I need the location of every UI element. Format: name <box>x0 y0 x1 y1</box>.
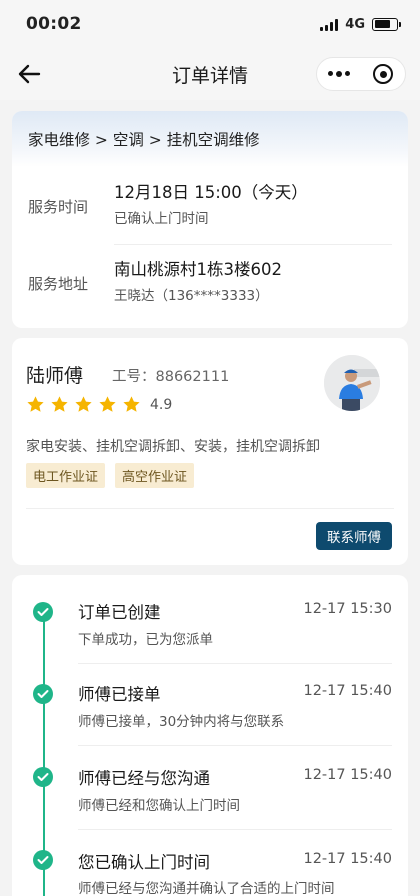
service-time-note: 已确认上门时间 <box>114 211 209 227</box>
timeline-time: 12-17 15:30 <box>303 601 392 617</box>
divider <box>78 829 392 830</box>
service-time-label: 服务时间 <box>28 198 89 216</box>
timeline-desc: 师傅已经与您沟通并确认了合适的上门时间 <box>78 881 335 896</box>
back-button[interactable] <box>14 60 44 88</box>
more-dots-icon <box>328 71 350 77</box>
row-divider <box>114 244 392 245</box>
close-program-button[interactable] <box>361 58 405 90</box>
arrow-left-icon <box>18 64 41 84</box>
star-icon <box>27 396 44 412</box>
timeline-item: 师傅已接单 12-17 15:40 师傅已接单，30分钟内将与您联系 <box>0 681 420 765</box>
contact-master-button[interactable]: 联系师傅 <box>316 522 392 550</box>
timeline-item: 师傅已经与您沟通 12-17 15:40 师傅已经和您确认上门时间 <box>0 765 420 849</box>
timeline-time: 12-17 15:40 <box>303 851 392 867</box>
battery-icon <box>372 17 401 31</box>
status-time: 00:02 <box>26 14 82 34</box>
service-breadcrumb: 家电维修 > 空调 > 挂机空调维修 <box>12 111 408 167</box>
timeline-title: 订单已创建 <box>78 603 161 622</box>
service-time-value: 12月18日 15:00（今天） <box>114 183 308 202</box>
target-ring-icon <box>373 64 393 84</box>
divider <box>26 508 394 509</box>
star-icon <box>51 396 68 412</box>
service-time-row: 服务时间 12月18日 15:00（今天） 已确认上门时间 <box>12 167 408 247</box>
certificate-tags: 电工作业证 高空作业证 <box>26 463 195 488</box>
timeline-desc: 下单成功，已为您派单 <box>78 632 213 648</box>
contact-info: 王晓达（136****3333） <box>114 288 269 304</box>
timeline-desc: 师傅已经和您确认上门时间 <box>78 798 240 814</box>
timeline-item: 您已确认上门时间 12-17 15:40 师傅已经与您沟通并确认了合适的上门时间 <box>0 849 420 896</box>
star-icon <box>123 396 140 412</box>
master-employee-no: 工号：88662111 <box>112 369 230 385</box>
service-address-value: 南山桃源村1栋3楼602 <box>114 260 282 279</box>
timeline-title: 您已确认上门时间 <box>78 853 210 872</box>
star-icon <box>99 396 116 412</box>
page-title: 订单详情 <box>171 64 248 87</box>
check-icon <box>33 602 53 622</box>
timeline-item: 订单已创建 12-17 15:30 下单成功，已为您派单 <box>0 597 420 681</box>
divider <box>78 745 392 746</box>
timeline-desc: 师傅已接单，30分钟内将与您联系 <box>78 714 285 730</box>
rating-stars: 4.9 <box>26 395 172 414</box>
more-menu-button[interactable] <box>317 58 361 90</box>
timeline-time: 12-17 15:40 <box>303 767 392 783</box>
star-icon <box>75 396 92 412</box>
service-address-row: 服务地址 南山桃源村1栋3楼602 王晓达（136****3333） <box>12 247 408 327</box>
timeline-title: 师傅已经与您沟通 <box>78 769 210 788</box>
battery-level <box>374 20 391 28</box>
mini-program-capsule <box>316 57 406 91</box>
service-address-label: 服务地址 <box>28 275 89 293</box>
master-skills: 家电安装、挂机空调拆卸、安装，挂机空调拆卸 <box>26 439 320 455</box>
status-bar: 00:02 4G <box>0 0 420 48</box>
timeline-title: 师傅已接单 <box>78 685 161 704</box>
certificate-tag: 高空作业证 <box>115 463 195 488</box>
rating-score: 4.9 <box>150 396 173 413</box>
check-icon <box>33 850 53 870</box>
status-indicators: 4G <box>320 16 401 32</box>
network-type: 4G <box>345 16 365 32</box>
signal-icon <box>320 18 339 31</box>
divider <box>78 663 392 664</box>
timeline-time: 12-17 15:40 <box>303 683 392 699</box>
check-icon <box>33 767 53 787</box>
master-avatar <box>324 355 380 411</box>
check-icon <box>33 684 53 704</box>
certificate-tag: 电工作业证 <box>26 463 106 488</box>
order-info-card: 家电维修 > 空调 > 挂机空调维修 服务时间 12月18日 15:00（今天）… <box>12 111 408 328</box>
master-name: 陆师傅 <box>26 365 84 387</box>
nav-bar: 订单详情 <box>0 48 420 100</box>
